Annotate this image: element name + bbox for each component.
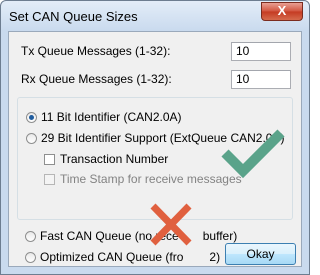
cross-icon: [150, 203, 192, 246]
annotation-overlay: [150, 129, 285, 246]
dialog-window: Set CAN Queue Sizes X Tx Queue Messages …: [0, 0, 310, 275]
checkmark-icon: [221, 129, 285, 179]
